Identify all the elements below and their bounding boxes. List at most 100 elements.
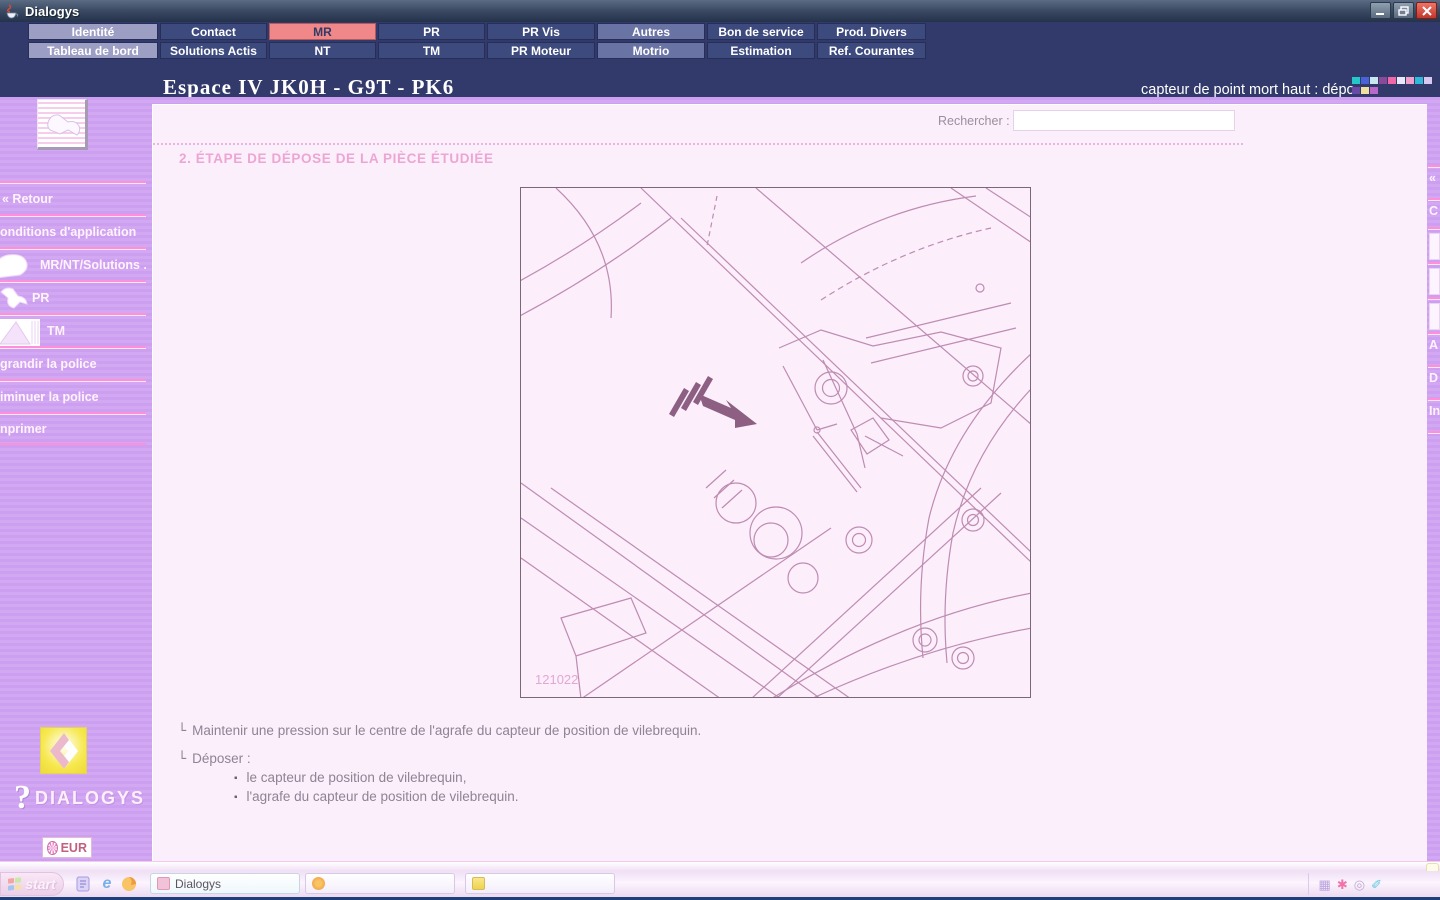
sidebar-fragment-imprimer[interactable]: In (1429, 404, 1440, 418)
screen: Dialogys Identité Contact MR PR PR Vis (0, 0, 1440, 900)
taskbar-task-3[interactable] (465, 873, 615, 894)
restore-button[interactable] (1393, 2, 1414, 19)
sidebar-item-tm[interactable]: TM (0, 313, 146, 346)
tab-identite[interactable]: Identité (28, 23, 158, 40)
taskbar-task-2[interactable] (305, 873, 455, 894)
sidebar-item-conditions[interactable]: onditions d'application (0, 214, 146, 247)
manual-icon (0, 251, 34, 283)
sidebar-item-imprimer[interactable]: nprimer (0, 412, 146, 445)
divider (1428, 165, 1440, 167)
quicklaunch-firefox-icon[interactable] (120, 875, 138, 893)
sidebar-fragment-agrandir[interactable]: A (1429, 338, 1438, 352)
java-app-icon (4, 3, 20, 19)
tab-prod-divers[interactable]: Prod. Divers (817, 23, 926, 40)
tray-pen-icon[interactable]: ✐ (1371, 878, 1382, 891)
engine-diagram: 121022 (521, 188, 1030, 697)
tm-icon (1429, 303, 1440, 330)
corner-bullet-icon: └ (178, 723, 186, 739)
sidebar-item-label: grandir la police (0, 357, 97, 371)
tab-contact[interactable]: Contact (160, 23, 267, 40)
square-bullet-icon: ▪ (234, 773, 238, 784)
section-heading: 2. ÉTAPE DE DÉPOSE DE LA PIÈCE ÉTUDIÉE (179, 151, 494, 166)
dialogys-task-icon (157, 877, 170, 890)
tab-ref-courantes[interactable]: Ref. Courantes (817, 42, 926, 59)
tab-tableau-de-bord[interactable]: Tableau de bord (28, 42, 158, 59)
divider (1428, 297, 1440, 299)
document-title: capteur de point mort haut : dépo (1141, 82, 1355, 98)
divider (1428, 227, 1440, 229)
divider (1428, 262, 1440, 264)
window-title: Dialogys (25, 4, 79, 19)
renault-logo[interactable] (40, 727, 87, 774)
currency-rosette-icon (47, 841, 58, 855)
search-label: Rechercher : (938, 114, 1010, 128)
instruction-text: Maintenir une pression sur le centre de … (192, 723, 701, 738)
sidebar-item-label: nprimer (0, 422, 47, 436)
tab-pr-vis[interactable]: PR Vis (487, 23, 595, 40)
currency-button[interactable]: EUR (42, 837, 92, 858)
tray-star-icon[interactable]: ✱ (1337, 878, 1348, 891)
start-button[interactable]: start (0, 872, 64, 896)
tab-autres[interactable]: Autres (597, 23, 705, 40)
tab-tm[interactable]: TM (378, 42, 485, 59)
bullet-line: ▪le capteur de position de vilebrequin, (234, 770, 466, 785)
start-label: start (25, 876, 55, 892)
sidebar-item-label: iminuer la police (0, 390, 99, 404)
figure-box: 121022 (520, 187, 1031, 698)
figure-reference: 121022 (535, 672, 578, 687)
sidebar-item-retour[interactable]: « Retour (0, 181, 146, 214)
question-mark-icon: ? (14, 783, 31, 813)
quicklaunch-document-icon[interactable] (74, 875, 92, 893)
tab-bon-de-service[interactable]: Bon de service (707, 23, 815, 40)
sidebar-fragment-conditions[interactable]: C (1429, 204, 1438, 218)
tab-pr-moteur[interactable]: PR Moteur (487, 42, 595, 59)
task-label: Dialogys (175, 877, 221, 891)
bullet-text: l'agrafe du capteur de position de vileb… (247, 789, 519, 804)
wrench-icon (38, 100, 87, 149)
wrench-icon (0, 284, 30, 316)
right-sidebar-strip: « C A D In (1428, 97, 1440, 868)
currency-label: EUR (61, 841, 87, 855)
sidebar-fragment-diminuer[interactable]: D (1429, 371, 1438, 385)
divider (1428, 431, 1440, 433)
tab-mr[interactable]: MR (269, 23, 376, 40)
firefox-task-icon (312, 877, 325, 890)
sidebar-item-label: « Retour (2, 192, 53, 206)
divider (1428, 332, 1440, 334)
square-bullet-icon: ▪ (234, 792, 238, 803)
renault-diamond-icon (47, 731, 81, 771)
sidebar-item-diminuer-police[interactable]: iminuer la police (0, 379, 146, 412)
tab-nt[interactable]: NT (269, 42, 376, 59)
search-input[interactable] (1013, 110, 1235, 131)
tab-estimation[interactable]: Estimation (707, 42, 815, 59)
close-button[interactable] (1416, 2, 1437, 19)
corner-bullet-icon: └ (178, 751, 186, 767)
document-panel: Rechercher : 2. ÉTAPE DE DÉPOSE DE LA PI… (152, 104, 1427, 861)
wrench-tool-box[interactable] (37, 99, 88, 150)
sidebar-item-mr-nt-solutions[interactable]: MR/NT/Solutions ... (0, 247, 146, 280)
divider (1428, 365, 1440, 367)
titlebar: Dialogys (0, 0, 1440, 22)
left-sidebar: « Retour onditions d'application MR/NT/S… (0, 97, 146, 868)
dialogys-brand: ? DIALOGYS (14, 783, 145, 813)
sidebar-item-agrandir-police[interactable]: grandir la police (0, 346, 146, 379)
sidebar-fragment-retour[interactable]: « (1429, 171, 1436, 185)
instruction-text: Déposer : (192, 751, 251, 766)
tab-solutions-actis[interactable]: Solutions Actis (160, 42, 267, 59)
tray-grid-icon[interactable]: ▦ (1319, 878, 1331, 891)
window-bottom-edge (0, 861, 1440, 871)
tab-motrio[interactable]: Motrio (597, 42, 705, 59)
sidebar-item-label: MR/NT/Solutions ... (40, 258, 146, 272)
sidebar-item-label: onditions d'application (0, 225, 136, 239)
pixel-artifacts (1352, 77, 1434, 95)
tray-ring-icon[interactable]: ◎ (1354, 878, 1365, 891)
manual-icon (1429, 233, 1440, 260)
tab-pr[interactable]: PR (378, 23, 485, 40)
system-tray: ▦ ✱ ◎ ✐ (1308, 873, 1392, 895)
minimize-button[interactable] (1370, 2, 1391, 19)
sidebar-item-pr[interactable]: PR (0, 280, 146, 313)
brand-name: DIALOGYS (35, 788, 145, 809)
taskbar-task-dialogys[interactable]: Dialogys (150, 873, 300, 894)
wrench-icon (1429, 268, 1440, 295)
quicklaunch-ie-icon[interactable]: e (98, 875, 116, 893)
